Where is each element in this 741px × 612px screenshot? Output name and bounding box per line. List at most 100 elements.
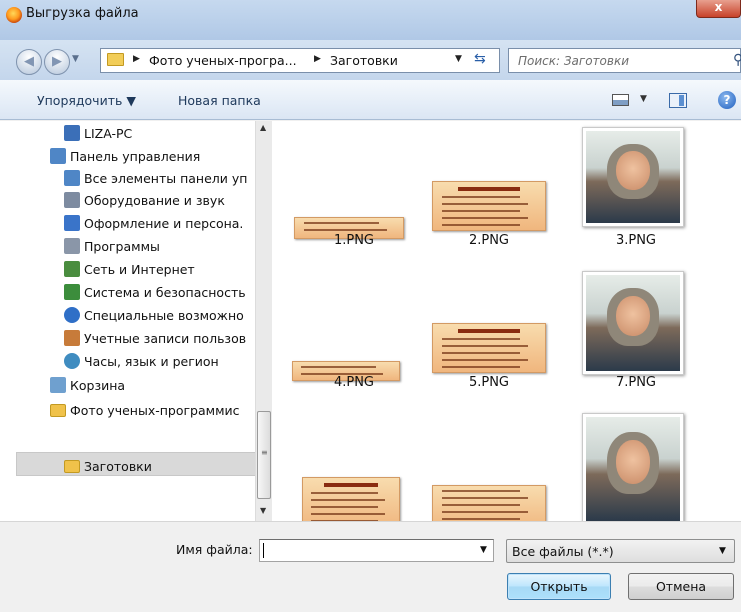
scrollbar-thumb[interactable]: ≡ [257,411,271,499]
search-icon[interactable]: ⚲ [733,52,741,68]
card-text-line [441,359,529,361]
control-panel-icon [64,170,80,186]
filename-input[interactable]: ▼ [259,539,494,562]
close-button[interactable]: x [696,0,741,18]
photo-image [582,127,684,227]
address-dropdown-icon[interactable]: ▼ [455,54,462,64]
shield-icon [64,284,80,300]
back-button[interactable]: ◀ [16,49,42,75]
card-text-line [441,224,521,226]
breadcrumb-item[interactable]: Заготовки [330,53,398,68]
address-bar[interactable]: ▶ Фото ученых-програ... ▶ Заготовки ▼ ⇆ [100,48,500,73]
cancel-button[interactable]: Отмена [628,573,734,600]
card-text-line [441,203,529,205]
history-dropdown-icon[interactable]: ▼ [72,54,79,64]
sidebar-item-label: Заготовки [84,459,152,474]
file-list: 1.PNG 2.PNG 3.PNG 4.PNG 5.PNG 7.PNG [272,121,734,521]
filename-dropdown-icon[interactable]: ▼ [480,545,487,555]
navigation-pane: LIZA-PC Панель управления Все элементы пан… [0,121,272,521]
card-text-line [441,352,521,354]
sidebar-item-label: Панель управления [70,149,201,164]
folder-icon [107,53,124,66]
file-item[interactable]: 3.PNG [572,121,700,251]
users-icon [64,330,80,346]
control-panel-icon [50,148,66,164]
card-heading-mark [457,187,521,191]
file-list-scrollbar[interactable] [734,121,741,521]
card-text-line [441,366,521,368]
file-type-dropdown-icon[interactable]: ▼ [719,546,726,556]
sidebar-item-label: Специальные возможно [84,308,244,323]
sidebar-item-label: Оформление и персона. [84,216,244,231]
text-caret [263,543,264,558]
search-placeholder: Поиск: Заготовки [518,54,630,68]
file-name: 4.PNG [333,375,375,390]
sidebar-item-label: Фото ученых-программис [70,403,240,418]
breadcrumb-separator-icon[interactable]: ▶ [133,54,140,64]
file-thumbnail [572,263,700,375]
card-text-line [441,518,521,520]
file-thumbnail [290,263,418,381]
card-text-line [310,499,385,501]
organize-button[interactable]: Упорядочить ▼ [37,93,136,108]
printer-icon [64,192,80,208]
navigation-bar: ◀ ▶ ▼ ▶ Фото ученых-програ... ▶ Заготовк… [0,40,741,80]
text-card-image [432,485,546,521]
file-item[interactable] [290,407,418,521]
file-type-value: Все файлы (*.*) [512,544,614,559]
file-thumbnail [425,263,553,373]
new-folder-button[interactable]: Новая папка [178,93,261,108]
file-name: 1.PNG [333,233,375,248]
sidebar-item-label: Оборудование и звук [84,193,225,208]
card-text-line [441,504,521,506]
file-item[interactable]: 7.PNG [572,263,700,393]
file-thumbnail [572,407,700,521]
sidebar-item-label: LIZA-PC [84,126,133,141]
view-options-icon[interactable] [612,94,629,106]
card-text-line [310,506,378,508]
file-item[interactable]: 2.PNG [425,121,553,251]
open-button[interactable]: Открыть [507,573,611,600]
preview-pane-icon[interactable] [669,93,687,108]
sidebar-item-label: Часы, язык и регион [84,354,219,369]
view-dropdown-icon[interactable]: ▼ [640,94,647,104]
card-text-line [303,229,387,231]
accessibility-icon [64,307,80,323]
file-type-select[interactable]: Все файлы (*.*) ▼ [506,539,735,563]
file-thumbnail [290,121,418,239]
navigation-scrollbar[interactable]: ▲ ≡ ▼ [255,121,272,521]
card-heading-mark [324,483,378,487]
file-item[interactable]: 1.PNG [290,121,418,251]
sidebar-item-label: Все элементы панели уп [84,171,248,186]
scroll-up-icon[interactable]: ▲ [260,123,266,132]
search-input[interactable]: Поиск: Заготовки ⚲ [508,48,741,73]
network-icon [64,261,80,277]
file-name: 2.PNG [468,233,510,248]
card-text-line [441,345,529,347]
file-item[interactable]: 5.PNG [425,263,553,393]
text-card-image [432,181,546,231]
filename-label: Имя файла: [176,542,253,557]
card-text-line [441,497,529,499]
photo-image [582,413,684,521]
window-title: Выгрузка файла [26,6,139,21]
folder-icon [50,404,66,417]
breadcrumb-separator-icon[interactable]: ▶ [314,54,321,64]
help-icon[interactable]: ? [718,91,736,109]
appearance-icon [64,215,80,231]
breadcrumb-item[interactable]: Фото ученых-програ... [149,53,297,68]
sidebar-item-label: Корзина [70,378,126,393]
refresh-icon[interactable]: ⇆ [474,51,486,67]
card-text-line [441,338,521,340]
scroll-down-icon[interactable]: ▼ [260,506,266,515]
firefox-icon [6,7,22,23]
file-item[interactable] [425,407,553,521]
card-text-line [441,217,529,219]
forward-button[interactable]: ▶ [44,49,70,75]
file-name: 7.PNG [615,375,657,390]
card-text-line [301,366,376,368]
file-item[interactable] [572,407,700,521]
file-item[interactable]: 4.PNG [290,263,418,393]
file-thumbnail [425,121,553,231]
file-thumbnail [425,407,553,521]
